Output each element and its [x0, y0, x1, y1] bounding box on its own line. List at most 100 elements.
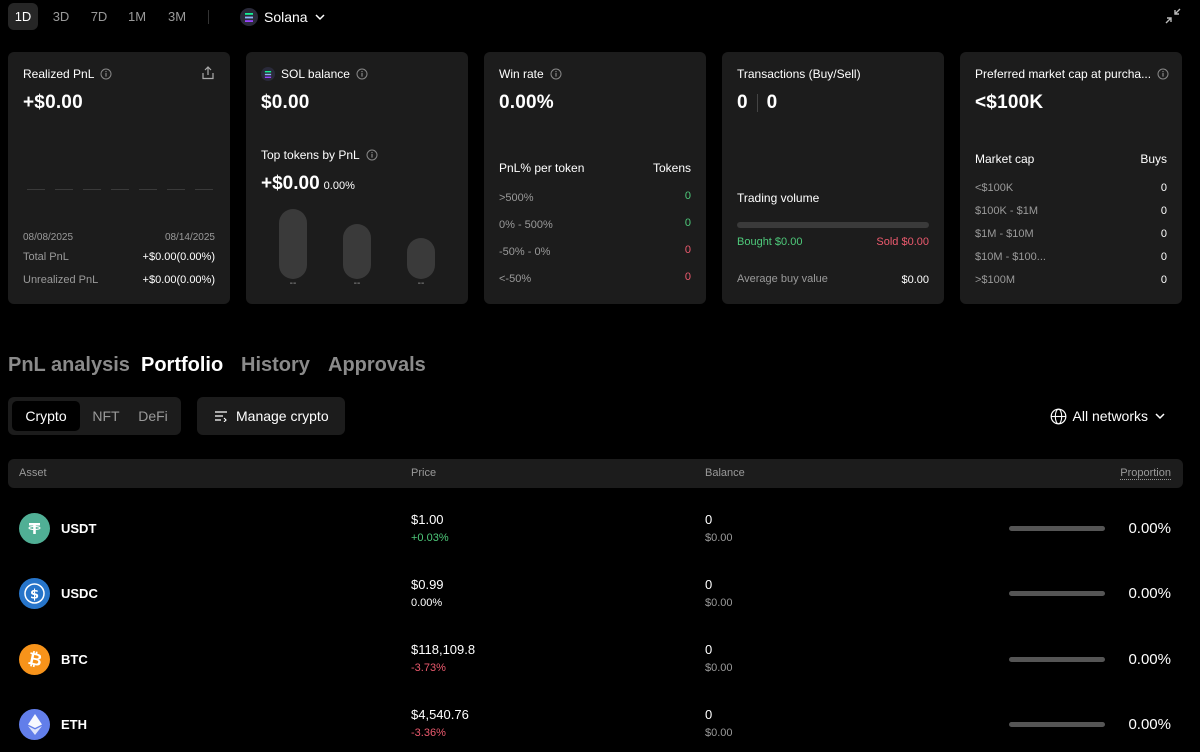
asset-table-header: Asset Price Balance Proportion	[8, 459, 1183, 488]
sol-balance-title: SOL balance	[281, 67, 350, 81]
market-cap-value: <$100K	[975, 92, 1044, 113]
sold-amount: Sold $0.00	[876, 236, 929, 248]
divider	[756, 94, 758, 112]
info-icon[interactable]	[356, 68, 368, 80]
asset-price: $0.99	[411, 577, 444, 592]
header-proportion[interactable]: Proportion	[1120, 467, 1171, 479]
asset-balance: 0	[705, 577, 713, 592]
period-3d[interactable]: 3D	[46, 3, 76, 30]
average-buy-label: Average buy value	[737, 273, 828, 285]
tab-portfolio[interactable]: Portfolio	[141, 354, 223, 377]
winrate-row-label: -50% - 0%	[499, 246, 551, 258]
token-bar-3[interactable]	[407, 238, 435, 279]
table-row[interactable]: $ USDC $0.99 0.00% 0 $0.00 0.00%	[8, 561, 1183, 626]
table-row[interactable]: ETH $4,540.76 -3.36% 0 $0.00 0.00%	[8, 691, 1183, 752]
info-icon[interactable]	[366, 149, 378, 161]
bought-amount: Bought $0.00	[737, 236, 803, 248]
solana-icon	[240, 8, 258, 26]
asset-proportion: 0.00%	[1128, 716, 1171, 733]
proportion-bar	[1009, 591, 1105, 596]
segment-crypto[interactable]: Crypto	[12, 401, 80, 431]
info-icon[interactable]	[100, 68, 112, 80]
market-cap-header: Market cap	[975, 152, 1035, 166]
token-bar-label: --	[289, 278, 297, 289]
sell-count: 0	[766, 92, 778, 113]
total-pnl-label: Total PnL	[23, 251, 69, 263]
unrealized-pnl-label: Unrealized PnL	[23, 274, 99, 286]
segment-defi[interactable]: DeFi	[132, 401, 174, 431]
header-price: Price	[411, 467, 437, 479]
trading-volume-bar	[737, 222, 929, 228]
card-title: Win rate	[499, 67, 562, 81]
all-networks-selector[interactable]: All networks	[1050, 405, 1166, 427]
collapse-icon[interactable]	[1164, 7, 1182, 25]
table-row[interactable]: ₿ BTC $118,109.8 -3.73% 0 $0.00 0.00%	[8, 626, 1183, 691]
segment-nft[interactable]: NFT	[84, 401, 128, 431]
mcap-row-label: <$100K	[975, 182, 1014, 194]
asset-balance: 0	[705, 707, 713, 722]
token-bar-label: --	[353, 278, 361, 289]
period-1m[interactable]: 1M	[122, 3, 152, 30]
asset-balance-usd: $0.00	[705, 727, 733, 739]
proportion-bar	[1009, 526, 1105, 531]
chevron-down-icon	[1155, 413, 1165, 420]
chevron-down-icon	[315, 14, 325, 21]
token-bar-2[interactable]	[343, 224, 371, 279]
buys-header: Buys	[1140, 152, 1167, 166]
mcap-row-label: $100K - $1M	[975, 205, 1038, 217]
network-label: Solana	[264, 9, 308, 25]
manage-crypto-button[interactable]: Manage crypto	[197, 397, 345, 435]
winrate-row-value: 0	[684, 190, 691, 202]
info-icon[interactable]	[550, 68, 562, 80]
top-tokens-value: +$0.00	[261, 173, 320, 194]
asset-balance-usd: $0.00	[705, 597, 733, 609]
asset-name: ETH	[61, 717, 87, 732]
realized-pnl-card: Realized PnL +$0.00 08/08/2025 08/14/202…	[8, 52, 230, 304]
transactions-counts: 0 0	[737, 92, 777, 114]
chart-placeholder-line	[83, 189, 101, 190]
chart-placeholder-line	[195, 189, 213, 190]
info-icon[interactable]	[1157, 68, 1169, 80]
asset-change: -3.36%	[411, 727, 446, 739]
header-asset: Asset	[19, 467, 47, 479]
sol-balance-value: $0.00	[261, 92, 310, 113]
asset-name: BTC	[61, 652, 88, 667]
chart-placeholder-line	[27, 189, 45, 190]
realized-pnl-title: Realized PnL	[23, 67, 95, 81]
total-pnl-value: +$0.00(0.00%)	[142, 251, 215, 263]
share-icon[interactable]	[201, 66, 215, 80]
tab-pnl-analysis[interactable]: PnL analysis	[8, 354, 130, 377]
asset-change: +0.03%	[411, 532, 449, 544]
period-1d[interactable]: 1D	[8, 3, 38, 30]
transactions-title: Transactions (Buy/Sell)	[737, 67, 861, 81]
tab-approvals[interactable]: Approvals	[328, 354, 426, 377]
manage-list-icon	[215, 411, 227, 422]
mcap-row-value: 0	[1160, 228, 1167, 240]
unrealized-pnl-value: +$0.00(0.00%)	[142, 274, 215, 286]
asset-name: USDC	[61, 586, 98, 601]
tab-history[interactable]: History	[241, 354, 310, 377]
sol-balance-card: SOL balance $0.00 Top tokens by PnL +$0.…	[246, 52, 468, 304]
asset-balance: 0	[705, 642, 713, 657]
chart-placeholder-line	[111, 189, 129, 190]
chart-placeholder-line	[167, 189, 185, 190]
trading-volume-label: Trading volume	[737, 191, 820, 205]
period-3m[interactable]: 3M	[162, 3, 192, 30]
date-start: 08/08/2025	[23, 232, 74, 243]
token-bar-1[interactable]	[279, 209, 307, 279]
winrate-row-label: <-50%	[499, 273, 532, 285]
winrate-row-label: >500%	[499, 192, 534, 204]
asset-balance-usd: $0.00	[705, 532, 733, 544]
period-7d[interactable]: 7D	[84, 3, 114, 30]
table-row[interactable]: USDT $1.00 +0.03% 0 $0.00 0.00%	[8, 496, 1183, 561]
asset-balance-usd: $0.00	[705, 662, 733, 674]
average-buy-value: $0.00	[901, 274, 929, 286]
proportion-bar	[1009, 722, 1105, 727]
ethereum-icon	[19, 709, 50, 740]
asset-change: 0.00%	[411, 597, 443, 609]
date-end: 08/14/2025	[164, 232, 215, 243]
asset-price: $4,540.76	[411, 707, 469, 722]
winrate-row-value: 0	[684, 271, 691, 283]
asset-name: USDT	[61, 521, 97, 536]
network-selector[interactable]: Solana	[240, 6, 326, 28]
